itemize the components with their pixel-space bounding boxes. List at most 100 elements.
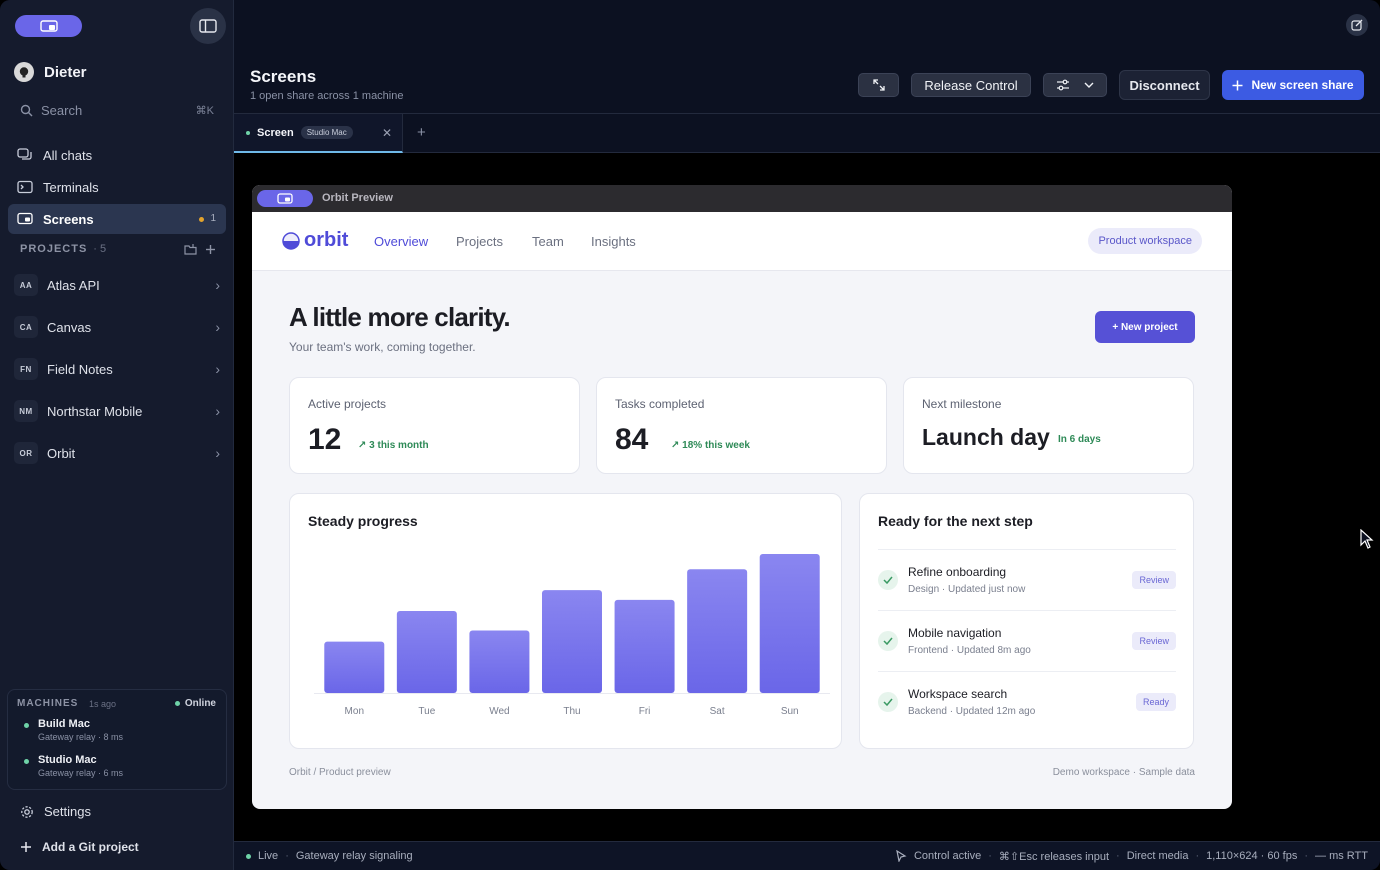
bar-tue — [396, 610, 457, 693]
remote-screen[interactable]: Orbit Preview orbit Overview Projects Te… — [252, 185, 1232, 809]
fullscreen-button[interactable] — [858, 73, 899, 97]
chevron-right-icon: › — [215, 361, 220, 377]
user-name: Dieter — [44, 63, 87, 81]
release-control-label: Release Control — [924, 77, 1018, 93]
project-name: Atlas API — [47, 277, 100, 293]
nav-label: All chats — [43, 147, 93, 163]
tab-machine-badge: Studio Mac — [300, 126, 353, 139]
stat-delta: ↗ 18% this week — [671, 440, 750, 451]
new-folder-icon[interactable] — [184, 243, 197, 255]
project-atlas-api[interactable]: AA Atlas API › — [14, 271, 220, 299]
orbit-tab-insights[interactable]: Insights — [591, 234, 636, 249]
bar-chart: Mon Tue Wed Thu Fri Sat Sun — [314, 554, 830, 717]
x-tick-label: Thu — [563, 706, 580, 717]
project-name: Field Notes — [47, 361, 113, 377]
gear-icon — [21, 805, 33, 818]
stat-card-active-projects: Active projects 12 ↗ 3 this month — [289, 377, 580, 474]
bar-thu — [542, 590, 602, 693]
orbit-tab-projects[interactable]: Projects — [456, 234, 503, 249]
stat-value: 84 — [615, 423, 649, 456]
orbit-tab-team[interactable]: Team — [532, 234, 564, 249]
add-git-project-button[interactable]: Add a Git project — [20, 840, 139, 854]
project-abbr: OR — [14, 442, 38, 464]
screen-share-pill[interactable] — [15, 15, 82, 37]
release-control-button[interactable]: Release Control — [911, 73, 1031, 97]
page-subtitle: 1 open share across 1 machine — [250, 90, 404, 102]
x-tick-label: Wed — [489, 706, 509, 717]
projects-count: · 5 — [93, 243, 107, 255]
nav-terminals[interactable]: Terminals — [8, 172, 226, 202]
tab-screen[interactable]: Screen Studio Mac ✕ — [234, 114, 403, 153]
sidebar: Dieter Search ⌘K All chats Terminals Scr… — [0, 0, 234, 870]
bar-fri — [614, 599, 675, 693]
user-row[interactable]: Dieter — [14, 62, 87, 82]
machine-name: Build Mac — [24, 718, 123, 730]
stat-label: Active projects — [308, 397, 387, 411]
machines-status-label: Online — [184, 698, 216, 709]
machines-status: Online — [174, 698, 216, 709]
orbit-logo-icon — [282, 231, 300, 250]
sidebar-toggle-button[interactable] — [190, 8, 226, 44]
machines-updated: 1s ago — [89, 699, 117, 709]
chevron-right-icon: › — [215, 403, 220, 419]
app-window: Dieter Search ⌘K All chats Terminals Scr… — [0, 0, 1380, 870]
nav-screens[interactable]: Screens 1 — [8, 204, 226, 234]
task-row[interactable]: Refine onboarding Design · Updated just … — [878, 549, 1176, 609]
screen-icon — [277, 193, 293, 204]
sidebar-toggle-icon — [199, 19, 217, 33]
chart-card: Steady progress Mon Tue Wed Thu Fri Sat Sun — [289, 493, 842, 749]
nav-label: Terminals — [43, 179, 99, 195]
stat-delta: ↗ 3 this month — [358, 440, 429, 451]
workspace-badge[interactable]: Product workspace — [1088, 228, 1202, 254]
mouse-cursor-icon — [1360, 529, 1374, 549]
projects-label: PROJECTS — [20, 243, 88, 255]
add-tab-icon[interactable]: + — [417, 124, 426, 141]
live-dot — [246, 853, 251, 859]
orbit-logo[interactable]: orbit — [282, 229, 348, 252]
status-rtt: — ms RTT — [1315, 850, 1368, 862]
machines-panel: MACHINES 1s ago Online Build Mac Gateway… — [7, 689, 227, 790]
project-abbr: NM — [14, 400, 38, 422]
orbit-tab-overview[interactable]: Overview — [374, 234, 428, 249]
adjust-dropdown-button[interactable] — [1043, 73, 1107, 97]
compose-icon — [1351, 19, 1363, 31]
x-tick-label: Tue — [418, 706, 435, 717]
machine-studio-mac[interactable]: Studio Mac Gateway relay · 6 ms — [24, 754, 123, 778]
remote-footer-left: Orbit / Product preview — [289, 767, 391, 778]
project-name: Canvas — [47, 319, 92, 335]
new-screen-share-label: New screen share — [1251, 78, 1354, 92]
github-icon — [14, 62, 34, 82]
close-icon[interactable]: ✕ — [382, 126, 392, 140]
task-row[interactable]: Mobile navigation Frontend · Updated 8m … — [878, 610, 1176, 670]
sliders-icon — [1057, 79, 1069, 91]
remote-share-pill[interactable] — [257, 190, 313, 207]
task-meta: Design · Updated just now — [908, 584, 1026, 595]
project-field-notes[interactable]: FN Field Notes › — [14, 355, 220, 383]
new-project-button[interactable]: + New project — [1095, 311, 1195, 343]
task-row[interactable]: Workspace search Backend · Updated 12m a… — [878, 671, 1176, 731]
stat-label: Tasks completed — [615, 397, 705, 411]
stat-card-tasks-completed: Tasks completed 84 ↗ 18% this week — [596, 377, 887, 474]
machines-label: MACHINES — [17, 698, 79, 709]
project-canvas[interactable]: CA Canvas › — [14, 313, 220, 341]
status-control: Control active — [913, 850, 982, 862]
settings-button[interactable]: Settings — [20, 804, 91, 819]
activity-dot — [199, 217, 204, 222]
add-project-icon[interactable] — [205, 244, 216, 255]
machine-build-mac[interactable]: Build Mac Gateway relay · 8 ms — [24, 718, 123, 742]
new-screen-share-button[interactable]: New screen share — [1222, 70, 1364, 100]
status-resolution: 1,110×624 · 60 fps — [1206, 850, 1298, 862]
project-abbr: FN — [14, 358, 38, 380]
hero-title: A little more clarity. — [289, 302, 511, 332]
compose-button[interactable] — [1346, 14, 1368, 36]
project-northstar-mobile[interactable]: NM Northstar Mobile › — [14, 397, 220, 425]
disconnect-button[interactable]: Disconnect — [1119, 70, 1210, 100]
x-tick-label: Sun — [781, 706, 799, 717]
search-field[interactable]: Search ⌘K — [20, 101, 214, 119]
machine-sub: Gateway relay · 8 ms — [38, 732, 124, 742]
projects-header: PROJECTS · 5 — [20, 243, 216, 255]
chevron-right-icon: › — [215, 277, 220, 293]
project-orbit[interactable]: OR Orbit › — [14, 439, 220, 467]
nav-all-chats[interactable]: All chats — [8, 140, 226, 170]
check-icon — [878, 570, 898, 590]
